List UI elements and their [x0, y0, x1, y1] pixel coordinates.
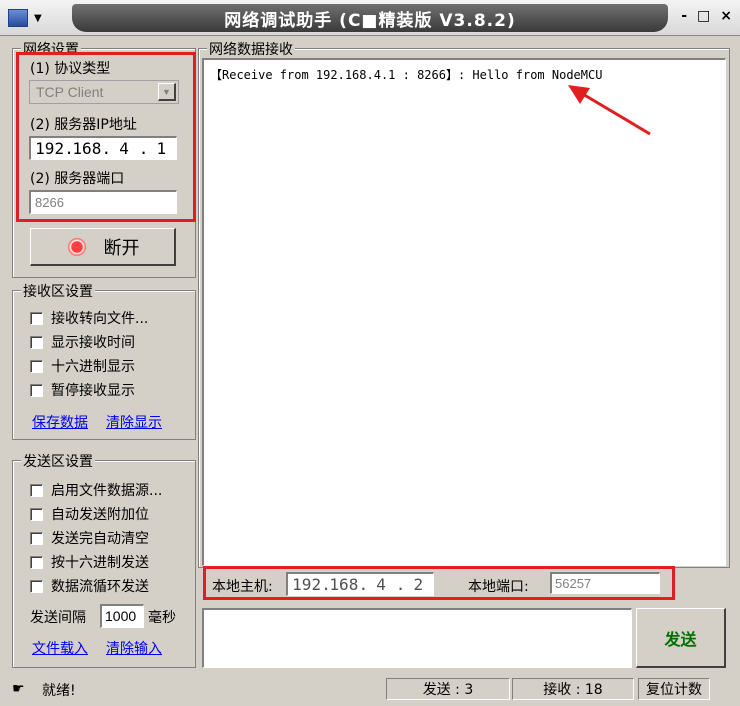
ip-dot: . — [321, 575, 331, 594]
minimize-button[interactable]: - — [681, 8, 687, 24]
checkbox-label: 启用文件数据源... — [51, 483, 163, 499]
ip-dot: . — [64, 139, 74, 158]
checkbox[interactable] — [30, 483, 43, 497]
receive-panel-title: 网络数据接收 — [207, 39, 295, 59]
window-controls: - □ × — [681, 8, 732, 24]
local-ip-octet-2: 168 — [329, 575, 359, 594]
local-port-label: 本地端口: — [468, 579, 529, 595]
checkbox-label: 十六进制显示 — [51, 359, 135, 375]
local-ip-octet-3: 4 — [376, 575, 386, 594]
save-data-link[interactable]: 保存数据 — [32, 412, 88, 432]
connect-button-label: 断开 — [103, 237, 140, 259]
receive-content: 【Receive from 192.168.4.1 : 8266】: Hello… — [210, 68, 603, 82]
server-port-input[interactable]: 8266 — [29, 190, 177, 214]
server-ip-label: (2) 服务器IP地址 — [30, 117, 137, 133]
clear-display-link[interactable]: 清除显示 — [106, 412, 162, 432]
checkbox-receive-to-file[interactable]: 接收转向文件... — [30, 308, 148, 328]
checkbox-label: 暂停接收显示 — [51, 383, 135, 399]
close-button[interactable]: × — [720, 8, 732, 24]
checkbox-auto-clear[interactable]: 发送完自动清空 — [30, 528, 149, 548]
sent-count: 发送 : 3 — [386, 678, 510, 700]
checkbox-file-source[interactable]: 启用文件数据源... — [30, 480, 162, 500]
send-interval-input[interactable]: 1000 — [100, 604, 144, 628]
window-title: 网络调试助手 (C■精装版 V3.8.2) — [72, 4, 668, 32]
server-ip-octet-1: 192 — [35, 139, 65, 158]
checkbox[interactable] — [30, 555, 43, 569]
checkbox-auto-append[interactable]: 自动发送附加位 — [30, 504, 149, 524]
local-host-label: 本地主机: — [212, 579, 273, 595]
checkbox[interactable] — [30, 359, 43, 373]
protocol-select[interactable]: TCP Client ▼ — [29, 80, 179, 104]
local-ip-octet-4: 2 — [413, 575, 424, 594]
checkbox-show-receive-time[interactable]: 显示接收时间 — [30, 332, 135, 352]
send-interval-unit: 毫秒 — [148, 610, 176, 626]
protocol-value: TCP Client — [36, 84, 104, 100]
checkbox-hex-display[interactable]: 十六进制显示 — [30, 356, 135, 376]
received-count: 接收 : 18 — [512, 678, 634, 700]
protocol-label: (1) 协议类型 — [30, 61, 111, 77]
checkbox-label: 显示接收时间 — [51, 335, 135, 351]
server-ip-octet-3: 4 — [119, 139, 129, 158]
checkbox[interactable] — [30, 383, 43, 397]
ip-dot: . — [395, 575, 406, 594]
checkbox-label: 接收转向文件... — [51, 311, 149, 327]
checkbox[interactable] — [30, 579, 43, 593]
send-button[interactable]: 发送 — [636, 608, 726, 668]
server-ip-octet-2: 168 — [72, 139, 102, 158]
status-bar: ☛ 就绪! 发送 : 3 接收 : 18 复位计数 — [0, 676, 740, 706]
ip-dot: . — [138, 139, 149, 158]
checkbox[interactable] — [30, 507, 43, 521]
checkbox-label: 数据流循环发送 — [51, 579, 149, 595]
send-textarea[interactable] — [202, 608, 632, 668]
checkbox-label: 发送完自动清空 — [51, 531, 149, 547]
checkbox[interactable] — [30, 311, 43, 325]
checkbox-loop-send[interactable]: 数据流循环发送 — [30, 576, 149, 596]
local-ip-octet-1: 192 — [292, 575, 322, 594]
load-file-link[interactable]: 文件载入 — [32, 638, 88, 658]
checkbox-hex-send[interactable]: 按十六进制发送 — [30, 552, 149, 572]
app-icon — [8, 9, 28, 27]
title-bar: ▼ 网络调试助手 (C■精装版 V3.8.2) - □ × — [0, 0, 740, 36]
checkbox-label: 按十六进制发送 — [51, 555, 149, 571]
reset-count-button[interactable]: 复位计数 — [638, 678, 710, 700]
status-light-icon — [65, 235, 88, 258]
local-port-input: 56257 — [550, 572, 660, 594]
connect-button[interactable]: 断开 — [30, 228, 176, 266]
local-host-ip: 192. 168. 4. 2 — [286, 572, 434, 596]
red-arrow-annotation — [568, 85, 651, 136]
send-settings-title: 发送区设置 — [21, 451, 95, 471]
server-ip-octet-4: 1 — [156, 139, 167, 158]
chevron-down-icon[interactable]: ▼ — [34, 13, 42, 24]
ip-dot: . — [358, 575, 369, 594]
pointing-hand-icon: ☛ — [12, 681, 25, 697]
clear-input-link[interactable]: 清除输入 — [106, 638, 162, 658]
chevron-down-icon[interactable]: ▼ — [158, 83, 176, 101]
ip-dot: . — [101, 139, 112, 158]
server-ip-input[interactable]: 192. 168. 4. 1 — [29, 136, 177, 160]
server-port-label: (2) 服务器端口 — [30, 171, 125, 187]
receive-settings-title: 接收区设置 — [21, 281, 95, 301]
checkbox[interactable] — [30, 335, 43, 349]
checkbox-pause-display[interactable]: 暂停接收显示 — [30, 380, 135, 400]
system-menu[interactable]: ▼ — [8, 7, 60, 29]
send-interval-label: 发送间隔 — [30, 610, 86, 626]
checkbox-label: 自动发送附加位 — [51, 507, 149, 523]
checkbox[interactable] — [30, 531, 43, 545]
status-ready: 就绪! — [42, 683, 76, 699]
maximize-button[interactable]: □ — [697, 8, 710, 24]
